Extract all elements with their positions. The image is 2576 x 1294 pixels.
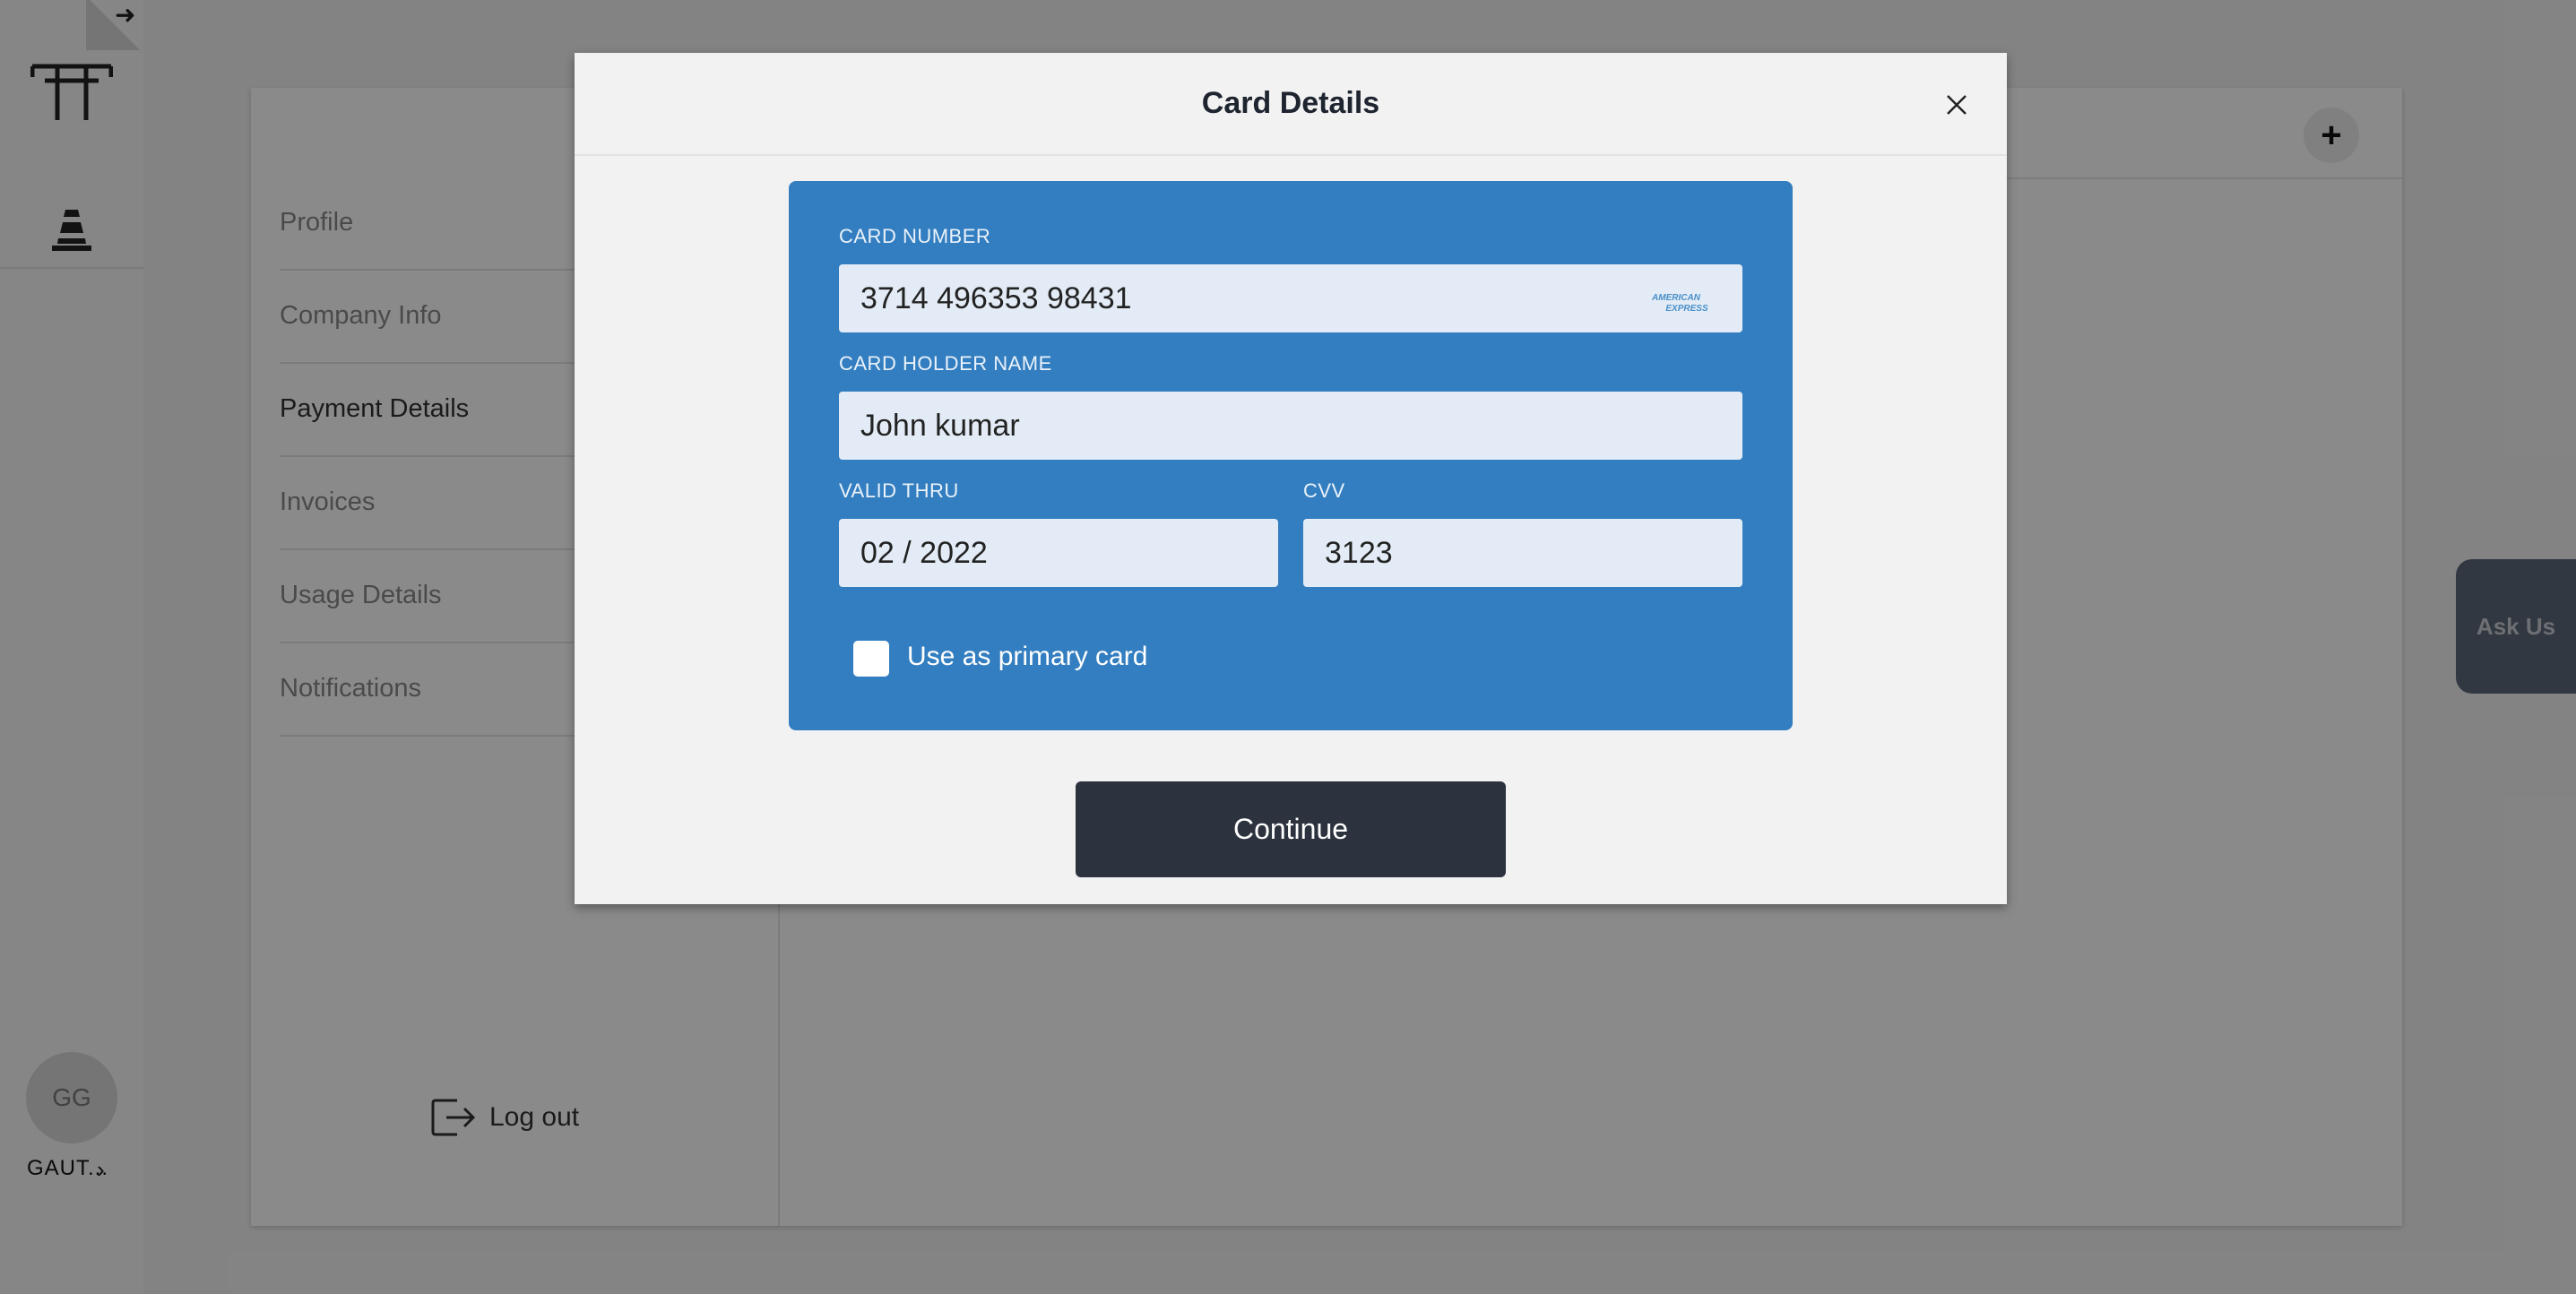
card-number-field[interactable]: 3714 496353 98431 AMERICAN EXPRESS: [839, 264, 1742, 332]
holder-name-field[interactable]: John kumar: [839, 392, 1742, 460]
primary-card-checkbox[interactable]: [853, 641, 889, 677]
card-number-value: 3714 496353 98431: [860, 281, 1132, 315]
modal-title: Card Details: [1201, 86, 1380, 120]
svg-text:AMERICAN: AMERICAN: [1651, 293, 1701, 303]
holder-name-label: CARD HOLDER NAME: [839, 352, 1052, 375]
card-form-panel: CARD NUMBER 3714 496353 98431 AMERICAN E…: [789, 181, 1793, 730]
modal-header: Card Details: [575, 53, 2007, 156]
card-number-label: CARD NUMBER: [839, 225, 991, 247]
svg-text:EXPRESS: EXPRESS: [1665, 304, 1708, 313]
valid-thru-label: VALID THRU: [839, 479, 959, 502]
card-details-modal: Card Details CARD NUMBER 3714 496353 984…: [575, 53, 2007, 904]
cvv-field[interactable]: 3123: [1303, 519, 1742, 587]
primary-card-label[interactable]: Use as primary card: [907, 642, 1147, 672]
valid-thru-field[interactable]: 02 / 2022: [839, 519, 1278, 587]
continue-button[interactable]: Continue: [1076, 781, 1506, 877]
close-icon[interactable]: [1939, 87, 1975, 123]
cvv-label: CVV: [1303, 479, 1345, 502]
amex-logo-icon: AMERICAN EXPRESS: [1651, 293, 1708, 313]
